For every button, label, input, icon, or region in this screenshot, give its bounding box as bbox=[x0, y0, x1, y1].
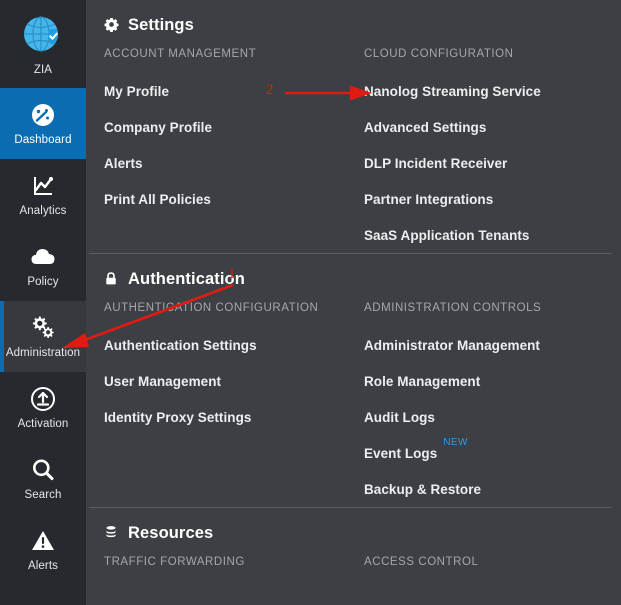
sidebar-item-label: Administration bbox=[5, 347, 81, 359]
settings-content: Settings ACCOUNT MANAGEMENT My Profile C… bbox=[86, 0, 621, 605]
sidebar-item-alerts[interactable]: Alerts bbox=[0, 514, 86, 585]
link-row[interactable]: Identity Proxy Settings bbox=[104, 399, 364, 435]
gear-icon bbox=[104, 17, 119, 34]
section-header-authentication: Authentication bbox=[86, 254, 621, 302]
brand-label: ZIA bbox=[33, 63, 53, 76]
column-spacer bbox=[104, 471, 364, 507]
link-user-management[interactable]: User Management bbox=[104, 374, 221, 389]
link-company-profile[interactable]: Company Profile bbox=[104, 120, 212, 135]
chart-line-icon bbox=[28, 171, 58, 201]
annotation-number-2: 2 bbox=[266, 82, 274, 98]
link-dlp-incident-receiver[interactable]: DLP Incident Receiver bbox=[364, 156, 507, 171]
column-spacer bbox=[104, 435, 364, 471]
link-row[interactable]: Role Management bbox=[364, 363, 621, 399]
section-header-resources: Resources bbox=[86, 508, 621, 556]
link-row[interactable]: Nanolog Streaming Service bbox=[364, 73, 621, 109]
link-advanced-settings[interactable]: Advanced Settings bbox=[364, 120, 486, 135]
link-audit-logs[interactable]: Audit Logs bbox=[364, 410, 435, 425]
resources-columns: TRAFFIC FORWARDING ACCESS CONTROL bbox=[86, 556, 621, 581]
brand-zia[interactable]: ZIA bbox=[0, 0, 86, 88]
gauge-icon bbox=[28, 100, 58, 130]
column-label: AUTHENTICATION CONFIGURATION bbox=[104, 302, 319, 314]
gears-icon bbox=[28, 313, 58, 343]
link-row[interactable]: Alerts bbox=[104, 145, 364, 181]
link-row[interactable]: Company Profile bbox=[104, 109, 364, 145]
link-partner-integrations[interactable]: Partner Integrations bbox=[364, 192, 493, 207]
link-identity-proxy-settings[interactable]: Identity Proxy Settings bbox=[104, 410, 251, 425]
cloud-icon bbox=[28, 242, 58, 272]
link-row[interactable]: Audit Logs bbox=[364, 399, 621, 435]
link-role-management[interactable]: Role Management bbox=[364, 374, 480, 389]
lock-icon bbox=[104, 271, 119, 288]
link-row[interactable]: User Management bbox=[104, 363, 364, 399]
sidebar-item-label: Policy bbox=[27, 276, 59, 288]
link-saas-application-tenants[interactable]: SaaS Application Tenants bbox=[364, 228, 529, 243]
column-spacer bbox=[104, 217, 364, 253]
link-row[interactable]: Partner Integrations bbox=[364, 181, 621, 217]
section-settings: Settings ACCOUNT MANAGEMENT My Profile C… bbox=[86, 0, 621, 253]
link-nanolog-streaming-service[interactable]: Nanolog Streaming Service bbox=[364, 84, 541, 99]
sidebar-item-dashboard[interactable]: Dashboard bbox=[0, 88, 86, 159]
link-print-all-policies[interactable]: Print All Policies bbox=[104, 192, 211, 207]
section-title: Resources bbox=[128, 524, 214, 542]
annotation-number-1: 1 bbox=[228, 266, 236, 282]
sidebar-item-label: Dashboard bbox=[14, 134, 72, 146]
link-row[interactable]: SaaS Application Tenants bbox=[364, 217, 621, 253]
sidebar-item-analytics[interactable]: Analytics bbox=[0, 159, 86, 230]
sidebar-item-policy[interactable]: Policy bbox=[0, 230, 86, 301]
authentication-columns: AUTHENTICATION CONFIGURATION Authenticat… bbox=[86, 302, 621, 507]
link-row[interactable]: Administrator Management bbox=[364, 327, 621, 363]
column-label: CLOUD CONFIGURATION bbox=[364, 48, 514, 60]
link-my-profile[interactable]: My Profile bbox=[104, 84, 169, 99]
column-account-management: ACCOUNT MANAGEMENT My Profile Company Pr… bbox=[104, 48, 364, 253]
link-row[interactable]: My Profile bbox=[104, 73, 364, 109]
sidebar-item-label: Search bbox=[24, 489, 62, 501]
database-icon bbox=[104, 525, 119, 542]
section-authentication: Authentication AUTHENTICATION CONFIGURAT… bbox=[86, 254, 621, 507]
link-row[interactable]: Authentication Settings bbox=[104, 327, 364, 363]
sidebar-item-label: Activation bbox=[17, 418, 69, 430]
warning-triangle-icon bbox=[28, 526, 58, 556]
column-label: ACCOUNT MANAGEMENT bbox=[104, 48, 257, 60]
link-row[interactable]: Event Logs NEW bbox=[364, 435, 621, 471]
sidebar-item-activation[interactable]: Activation bbox=[0, 372, 86, 443]
link-backup-and-restore[interactable]: Backup & Restore bbox=[364, 482, 481, 497]
section-header-settings: Settings bbox=[86, 0, 621, 48]
sidebar-item-label: Analytics bbox=[19, 205, 67, 217]
upload-circle-icon bbox=[28, 384, 58, 414]
column-administration-controls: ADMINISTRATION CONTROLS Administrator Ma… bbox=[364, 302, 621, 507]
globe-shield-icon bbox=[20, 12, 66, 58]
column-label: TRAFFIC FORWARDING bbox=[104, 556, 245, 568]
link-event-logs[interactable]: Event Logs bbox=[364, 446, 437, 461]
link-authentication-settings[interactable]: Authentication Settings bbox=[104, 338, 257, 353]
column-label: ACCESS CONTROL bbox=[364, 556, 479, 568]
link-row[interactable]: DLP Incident Receiver bbox=[364, 145, 621, 181]
sidebar-item-administration[interactable]: Administration bbox=[0, 301, 86, 372]
sidebar-item-search[interactable]: Search bbox=[0, 443, 86, 514]
link-row[interactable]: Print All Policies bbox=[104, 181, 364, 217]
magnifier-icon bbox=[28, 455, 58, 485]
link-row[interactable]: Backup & Restore bbox=[364, 471, 621, 507]
column-access-control: ACCESS CONTROL bbox=[364, 556, 621, 581]
link-alerts[interactable]: Alerts bbox=[104, 156, 143, 171]
column-label: ADMINISTRATION CONTROLS bbox=[364, 302, 542, 314]
column-traffic-forwarding: TRAFFIC FORWARDING bbox=[104, 556, 364, 581]
section-resources: Resources TRAFFIC FORWARDING ACCESS CONT… bbox=[86, 508, 621, 581]
column-cloud-configuration: CLOUD CONFIGURATION Nanolog Streaming Se… bbox=[364, 48, 621, 253]
section-title: Settings bbox=[128, 16, 194, 34]
settings-page: ZIA Dashboard Analytics Policy Administr… bbox=[0, 0, 621, 605]
settings-columns: ACCOUNT MANAGEMENT My Profile Company Pr… bbox=[86, 48, 621, 253]
left-nav-sidebar: ZIA Dashboard Analytics Policy Administr… bbox=[0, 0, 86, 605]
status-badge-new: NEW bbox=[443, 437, 468, 448]
column-authentication-configuration: AUTHENTICATION CONFIGURATION Authenticat… bbox=[104, 302, 364, 507]
link-administrator-management[interactable]: Administrator Management bbox=[364, 338, 540, 353]
sidebar-item-label: Alerts bbox=[28, 560, 58, 572]
link-row[interactable]: Advanced Settings bbox=[364, 109, 621, 145]
